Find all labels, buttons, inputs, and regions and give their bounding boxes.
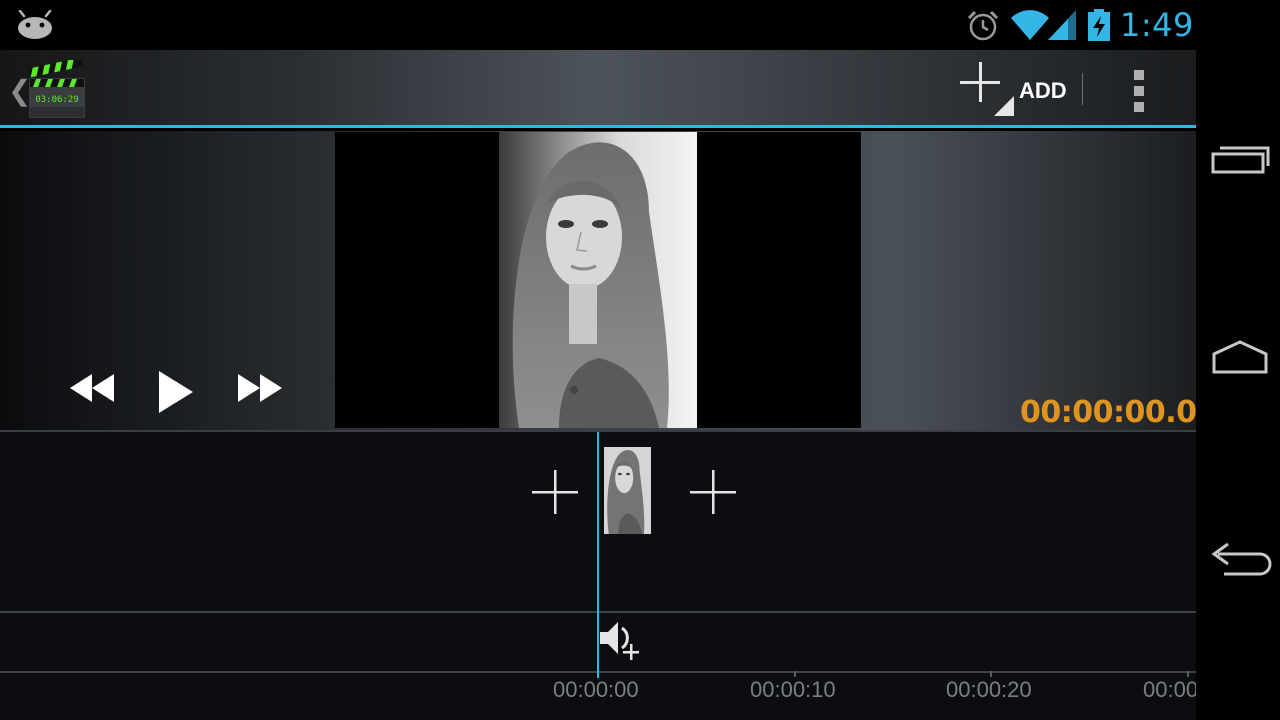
home-icon[interactable] (1208, 332, 1272, 388)
rewind-icon[interactable] (68, 371, 116, 410)
overflow-dot (1134, 102, 1144, 112)
ruler-tick-label: 00:00:20 (946, 677, 1032, 702)
wifi-icon (1010, 8, 1050, 47)
play-icon[interactable] (156, 369, 196, 420)
action-bar: ❮ 03:06:29 ADD (0, 50, 1196, 128)
ruler-tick-label: 00:00:30 (1143, 677, 1196, 702)
recent-apps-icon[interactable] (1208, 134, 1272, 190)
ruler-tick-label: 00:00:00 (553, 677, 639, 702)
status-bar: 1:49 (0, 0, 1196, 50)
overflow-menu-icon[interactable] (1122, 66, 1158, 114)
ruler-tick-label: 00:00:10 (750, 677, 836, 702)
add-audio-icon[interactable] (598, 618, 644, 667)
fast-forward-icon[interactable] (236, 371, 284, 410)
video-preview[interactable] (335, 132, 861, 428)
android-debug-icon (16, 9, 54, 45)
timeline[interactable]: 00:00:00 00:00:10 00:00:20 00:00:30 (0, 430, 1196, 720)
playback-timecode: 00:00:00.0 (1020, 395, 1197, 430)
add-label: ADD (1019, 78, 1067, 103)
preview-area: 00:00:00.0 (0, 131, 1197, 430)
battery-charging-icon (1088, 9, 1110, 46)
clapperboard-logo-icon[interactable]: 03:06:29 (28, 57, 86, 123)
preview-photo (499, 132, 697, 428)
add-clip-icon[interactable] (530, 468, 580, 523)
back-icon[interactable] (1208, 530, 1272, 586)
add-button[interactable]: ADD (956, 60, 1074, 116)
add-icon (960, 62, 1020, 123)
alarm-icon (966, 9, 1000, 48)
status-clock: 1:49 (1120, 6, 1194, 44)
add-clip-icon[interactable] (688, 468, 738, 523)
overflow-dot (1134, 70, 1144, 80)
signal-icon (1048, 10, 1078, 47)
action-bar-divider (1082, 73, 1083, 105)
navigation-bar (1196, 0, 1280, 720)
video-clip-thumbnail[interactable] (604, 447, 651, 534)
svg-text:03:06:29: 03:06:29 (35, 95, 78, 105)
overflow-dot (1134, 86, 1144, 96)
playhead[interactable] (597, 432, 599, 678)
